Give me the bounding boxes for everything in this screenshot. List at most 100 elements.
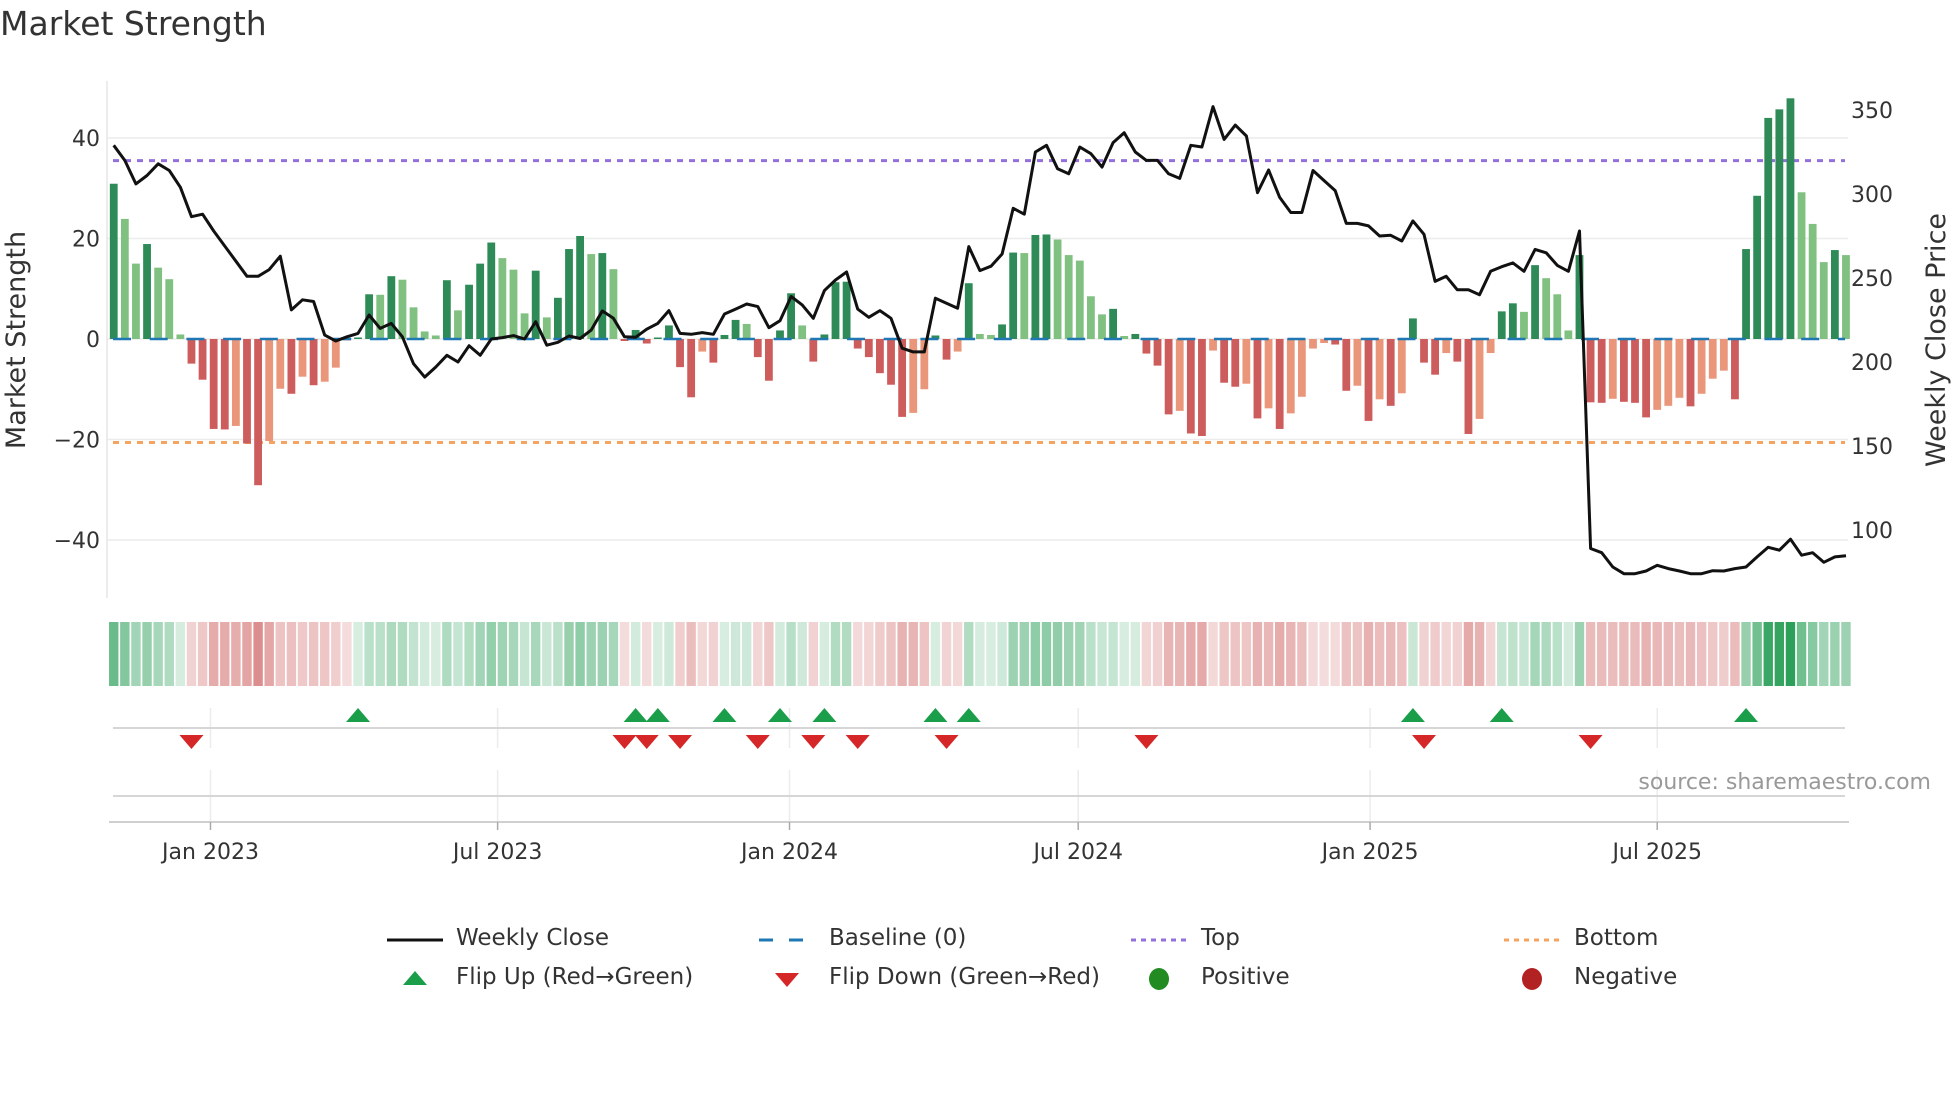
legend-label: Flip Down (Green→Red) <box>829 964 1100 990</box>
heatmap-cell <box>1374 622 1385 686</box>
strength-bar <box>1797 192 1806 339</box>
strength-bar <box>1786 98 1795 340</box>
legend-label: Baseline (0) <box>829 925 967 951</box>
heatmap-cell <box>1419 622 1429 686</box>
heatmap-cell <box>630 622 641 686</box>
heatmap-cell <box>164 622 174 686</box>
x-axis-ticks: Jan 2023 Jul 2023 Jan 2024 Jul 2024 Jan 2025… <box>160 822 1702 865</box>
heatmap-cell <box>1841 622 1851 686</box>
y-tick-label: 40 <box>72 127 100 152</box>
heatmap-cell <box>1530 622 1540 686</box>
triangle-up-icon <box>403 971 427 985</box>
strength-bar <box>1098 314 1106 339</box>
strength-bar <box>1664 339 1673 406</box>
circle-icon <box>1149 968 1169 990</box>
heatmap-cell <box>197 622 208 686</box>
heatmap-cell <box>597 622 608 686</box>
strength-bar <box>1719 339 1728 371</box>
heatmap-cell <box>1308 622 1318 686</box>
flip-up-marker <box>623 708 648 722</box>
x-tick-label: Jul 2025 <box>1610 840 1702 865</box>
heatmap-cell <box>1585 622 1596 686</box>
flip-down-marker <box>845 735 870 749</box>
strength-bar <box>265 339 274 442</box>
strength-bar <box>254 339 262 486</box>
heatmap-cell <box>1263 622 1274 686</box>
strength-bar <box>1409 318 1417 339</box>
heatmap-cell <box>841 622 852 686</box>
heatmap-cell <box>830 622 841 686</box>
flip-up-marker <box>1489 708 1514 722</box>
strength-bar <box>864 339 873 358</box>
heatmap-cell <box>708 622 719 686</box>
strength-bar <box>231 339 240 426</box>
heatmap-cell <box>1386 622 1396 686</box>
strength-bar <box>109 183 118 339</box>
strength-bar <box>1842 255 1850 339</box>
strength-bar <box>1309 339 1317 349</box>
strength-bar <box>176 334 185 339</box>
strength-bar <box>1009 252 1018 339</box>
strength-bar <box>687 339 696 398</box>
strength-bar <box>1242 339 1251 384</box>
heatmap-cell <box>375 622 385 686</box>
heatmap-cell <box>120 622 130 686</box>
heatmap-cell <box>386 622 397 686</box>
heatmap-cell <box>741 622 752 686</box>
strength-bar <box>942 339 951 360</box>
flip-up-marker <box>767 708 792 722</box>
heatmap-cell <box>730 622 741 686</box>
heatmap-cell <box>131 622 141 686</box>
heatmap-cell <box>1119 622 1129 686</box>
heatmap-cell <box>786 622 796 686</box>
strength-bar <box>1275 339 1284 429</box>
strength-bar <box>798 325 807 339</box>
flip-up-marker <box>812 708 837 722</box>
heatmap-cell <box>1619 622 1629 686</box>
heatmap-cell <box>275 622 285 686</box>
heatmap-cell <box>1352 622 1363 686</box>
strength-bar <box>1753 195 1762 339</box>
heatmap-cell <box>253 622 263 686</box>
y2-tick-label: 300 <box>1851 183 1893 208</box>
strength-bar <box>1175 339 1184 411</box>
heatmap-cell <box>1696 622 1707 686</box>
heatmap-cell <box>1152 622 1163 686</box>
heatmap-cell <box>775 622 785 686</box>
heatmap-cell <box>1574 622 1585 686</box>
strength-bar <box>1420 339 1428 363</box>
strength-bar <box>831 282 840 339</box>
heatmap-cell <box>453 622 463 686</box>
heatmap-cell <box>1541 622 1551 686</box>
y-tick-label: −40 <box>54 529 100 554</box>
heatmap-cell <box>586 622 596 686</box>
heatmap-cell <box>1141 622 1152 686</box>
strength-bar <box>975 333 984 339</box>
strength-bar <box>398 279 407 339</box>
heatmap-cell <box>1274 622 1285 686</box>
strength-bar <box>1086 296 1095 339</box>
heatmap-cell <box>864 622 874 686</box>
flip-down-marker <box>745 735 770 749</box>
strength-bar <box>776 330 784 339</box>
strength-bar <box>887 339 895 385</box>
heatmap-cell <box>986 622 996 686</box>
strength-bar <box>154 267 163 339</box>
market-strength-chart: −40 −20 0 20 40 100 150 200 250 300 350 Market St… <box>1 81 1952 865</box>
heatmap-cell <box>1175 622 1185 686</box>
strength-bar <box>354 337 362 339</box>
heatmap-cell <box>508 622 519 686</box>
heatmap-cell <box>1408 622 1418 686</box>
strength-bar <box>243 339 251 444</box>
strength-bar <box>1475 339 1484 419</box>
heatmap-cell <box>1708 622 1718 686</box>
heatmap-cell <box>208 622 219 686</box>
heatmap-cell <box>1741 622 1751 686</box>
strength-bar <box>1209 339 1217 351</box>
strength-bar <box>1608 339 1617 399</box>
legend-label: Negative <box>1574 964 1678 990</box>
heatmap-cell <box>1430 622 1440 686</box>
strength-bar <box>331 339 340 368</box>
heatmap-cell <box>297 622 308 686</box>
flip-marker-panel <box>109 708 1849 823</box>
